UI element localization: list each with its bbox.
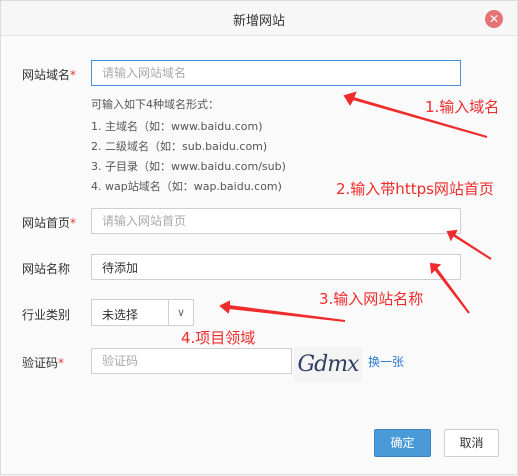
annotation-4: 4.项目领域 — [181, 329, 256, 347]
arrow-3 — [429, 262, 470, 314]
add-website-dialog: 新增网站 ✕ 网站域名* 可输入如下4种域名形式： 1. 主域名（如：www.b… — [0, 0, 518, 475]
annotation-2: 2.输入带https网站首页 — [336, 180, 494, 198]
annotation-arrows — [219, 91, 492, 322]
annotation-3: 3.输入网站名称 — [319, 290, 424, 308]
annotation-1: 1.输入域名 — [425, 98, 500, 116]
arrow-2 — [446, 229, 492, 260]
